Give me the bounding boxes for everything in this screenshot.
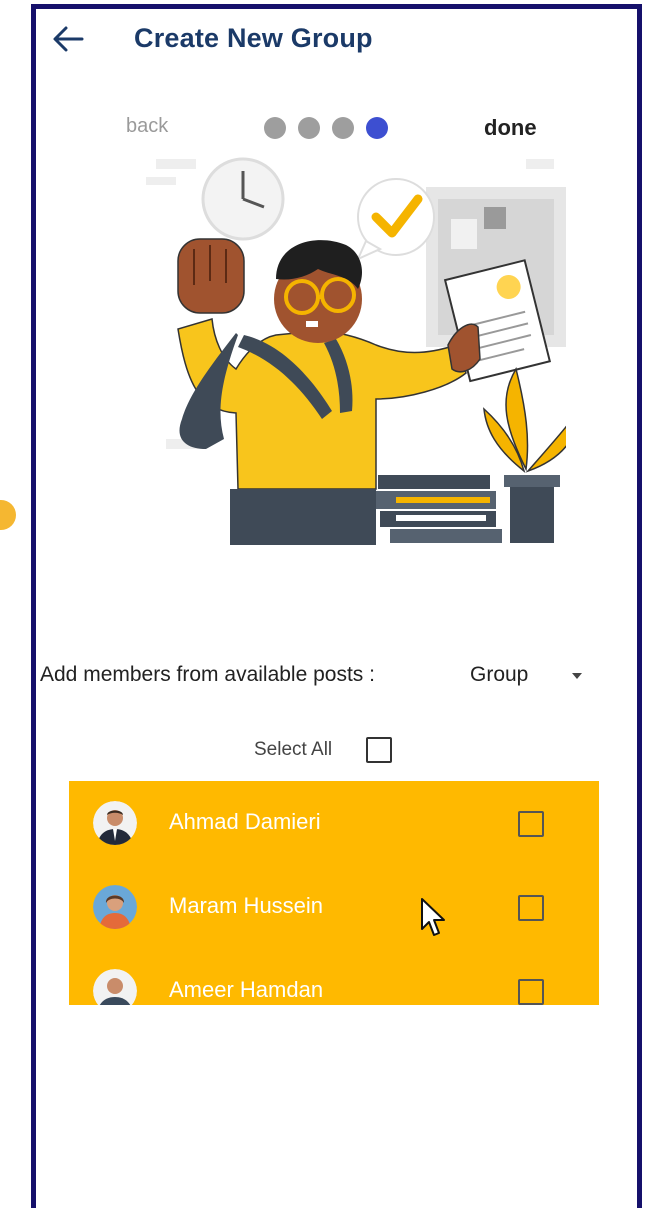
list-item[interactable]: Ahmad Damieri (69, 781, 599, 865)
stepper: back done (36, 109, 637, 149)
step-indicator (264, 117, 388, 139)
avatar (93, 969, 137, 1005)
member-name: Maram Hussein (169, 893, 324, 918)
list-item[interactable]: Maram Hussein (69, 865, 599, 949)
step-dot-4-active (366, 117, 388, 139)
mouse-pointer-icon (421, 898, 445, 936)
members-source-label: Add members from available posts : (40, 663, 375, 686)
member-checkbox[interactable] (518, 979, 544, 1005)
select-all-checkbox[interactable] (366, 737, 392, 763)
member-checkbox[interactable] (518, 895, 544, 921)
student-illustration (146, 157, 566, 545)
member-checkbox[interactable] (518, 811, 544, 837)
decorative-blob (0, 500, 16, 530)
page-title: Create New Group (134, 23, 373, 53)
group-dropdown-value: Group (470, 663, 529, 686)
caret-down-icon (572, 673, 582, 679)
select-all-label: Select All (254, 739, 333, 760)
member-name: Ameer Hamdan (169, 977, 324, 1002)
members-source-row: Add members from available posts : Group (36, 657, 637, 697)
app-bar: Create New Group (36, 9, 637, 71)
group-dropdown[interactable]: Group (464, 659, 590, 693)
done-button[interactable]: done (484, 115, 537, 141)
members-list[interactable]: Ahmad Damieri Maram Hussein Ameer Hamdan (69, 781, 599, 1005)
back-arrow-icon[interactable] (50, 21, 86, 57)
back-button[interactable]: back (126, 115, 168, 138)
step-dot-3 (332, 117, 354, 139)
select-all-row: Select All (36, 731, 637, 771)
phone-screen: Create New Group back done Add members f… (31, 4, 642, 1208)
avatar (93, 885, 137, 929)
member-name: Ahmad Damieri (169, 809, 321, 834)
list-item[interactable]: Ameer Hamdan (69, 949, 599, 1005)
step-dot-1 (264, 117, 286, 139)
avatar (93, 801, 137, 845)
step-dot-2 (298, 117, 320, 139)
